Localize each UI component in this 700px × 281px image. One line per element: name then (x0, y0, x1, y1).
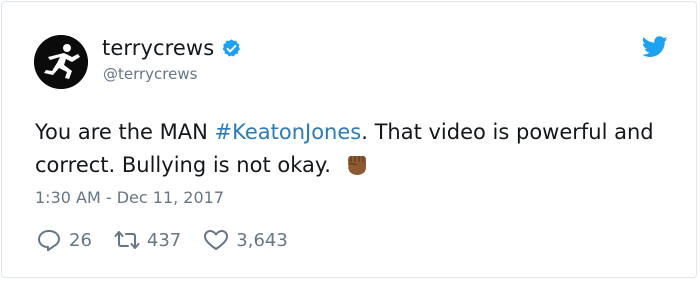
reply-icon[interactable] (36, 228, 62, 252)
like-action[interactable]: 3,643 (203, 228, 288, 252)
tweet-text-before: You are the MAN (35, 120, 215, 144)
retweet-action[interactable]: 437 (114, 228, 181, 252)
avatar[interactable] (34, 35, 88, 89)
retweet-icon[interactable] (114, 228, 140, 252)
tweet-actions: 26 437 3,643 (36, 228, 310, 252)
user-handle[interactable]: @terrycrews (103, 65, 197, 83)
twitter-bird-icon[interactable] (642, 36, 668, 58)
tweet-card: terrycrews @terrycrews You are the MAN #… (1, 1, 697, 278)
raised-fist-emoji-icon (341, 148, 371, 178)
tweet-timestamp[interactable]: 1:30 AM - Dec 11, 2017 (35, 188, 224, 207)
reply-count: 26 (69, 229, 92, 251)
heart-icon[interactable] (203, 228, 229, 252)
like-count: 3,643 (236, 229, 288, 251)
display-name-text[interactable]: terrycrews (102, 36, 214, 60)
reply-action[interactable]: 26 (36, 228, 92, 252)
display-name[interactable]: terrycrews (102, 36, 242, 60)
retweet-count: 437 (146, 229, 182, 251)
hashtag-link[interactable]: #KeatonJones (215, 120, 362, 144)
verified-badge-icon (221, 38, 242, 59)
tweet-text: You are the MAN #KeatonJones. That video… (35, 117, 655, 181)
runner-silhouette-icon (34, 35, 88, 89)
